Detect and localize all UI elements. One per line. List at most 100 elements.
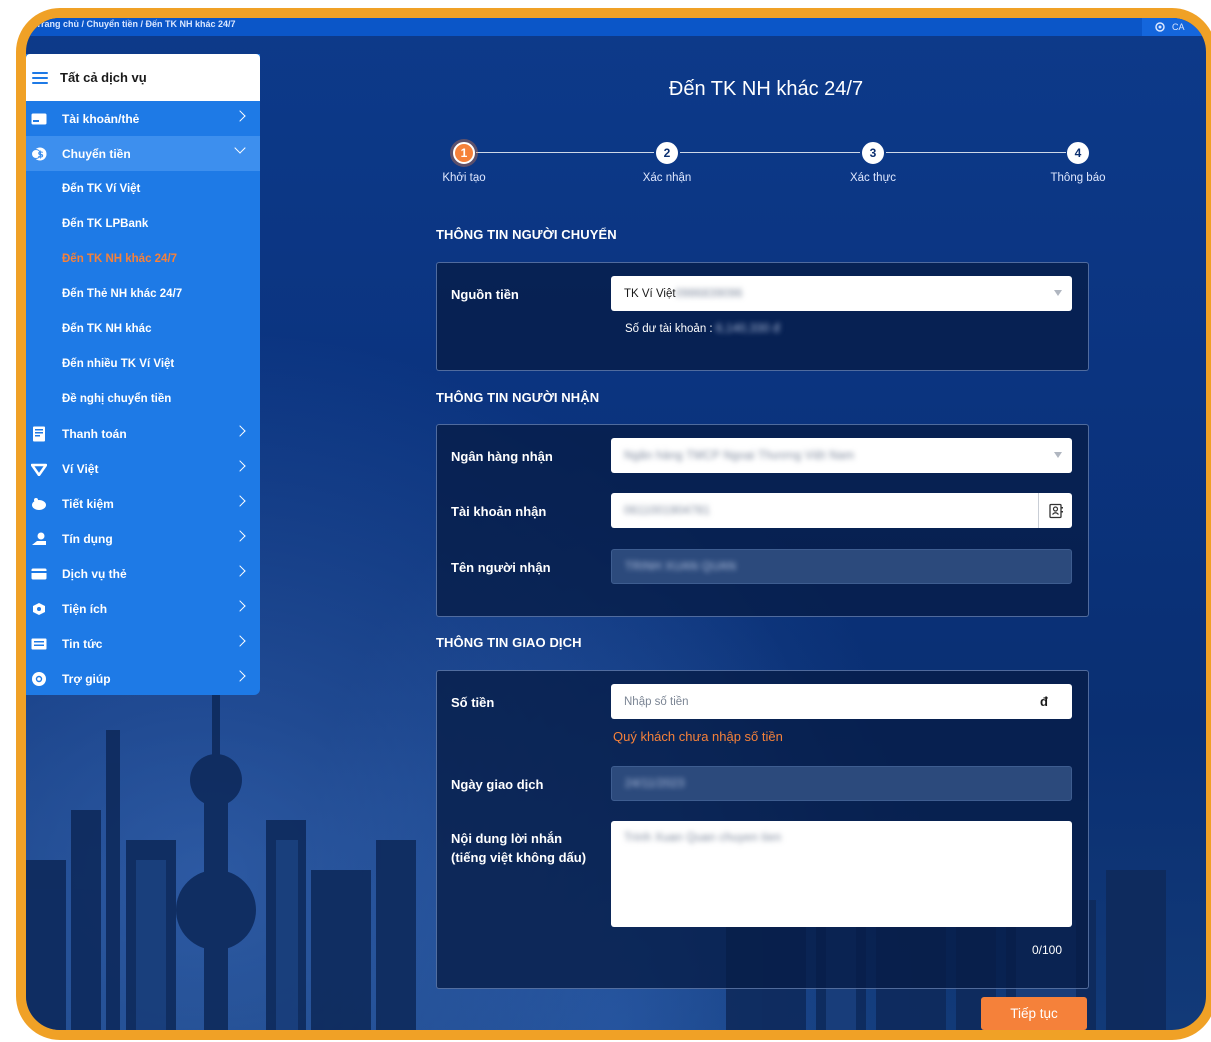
date-label: Ngày giao dịch	[451, 777, 544, 792]
bank-select[interactable]: Ngân hàng TMCP Ngoại Thương Việt Nam	[611, 438, 1072, 473]
card-icon	[30, 111, 48, 127]
sender-section-title: THÔNG TIN NGƯỜI CHUYỂN	[436, 227, 617, 242]
chevron-right-icon	[234, 670, 246, 682]
amount-error: Quý khách chưa nhập số tiền	[613, 729, 783, 744]
money-transfer-icon: $	[30, 146, 48, 162]
chevron-right-icon	[234, 110, 246, 122]
help-icon	[30, 671, 48, 687]
name-value: TRINH XUAN QUAN	[625, 560, 737, 573]
sidebar-item-news[interactable]: Tin tức	[26, 626, 260, 661]
chevron-right-icon	[234, 495, 246, 507]
step-label: Khởi tạo	[442, 172, 486, 184]
step-init: 1 Khởi tạo	[424, 142, 504, 184]
sidebar-subitem-other-card-247[interactable]: Đến Thẻ NH khác 24/7	[26, 276, 260, 311]
chevron-right-icon	[234, 460, 246, 472]
sidebar-item-card-services[interactable]: Dịch vụ thẻ	[26, 556, 260, 591]
sidebar-subitem-other-bank-247[interactable]: Đến TK NH khác 24/7	[26, 241, 260, 276]
stepper: 1 Khởi tạo 2 Xác nhận 3 Xác thực 4 Thông…	[434, 138, 1114, 188]
caret-down-icon	[1054, 452, 1062, 458]
top-bar: Trang chủ / Chuyển tiền / Đến TK NH khác…	[26, 18, 1206, 36]
char-counter: 0/100	[1031, 943, 1062, 957]
message-label: Nội dung lời nhắn (tiếng việt không dấu)	[451, 831, 587, 865]
sidebar-item-utilities[interactable]: Tiện ích	[26, 591, 260, 626]
transaction-section-title: THÔNG TIN GIAO DỊCH	[436, 635, 582, 650]
message-textarea[interactable]: Trinh Xuan Quan chuyen tien	[611, 821, 1072, 927]
step-verify: 3 Xác thực	[833, 142, 913, 184]
sidebar-item-payment[interactable]: Thanh toán	[26, 416, 260, 451]
sidebar-subitem-multi-viviet[interactable]: Đến nhiều TK Ví Việt	[26, 346, 260, 381]
chevron-right-icon	[234, 600, 246, 612]
sidebar-item-transfer[interactable]: $ Chuyển tiền	[26, 136, 260, 171]
step-label: Thông báo	[1050, 172, 1106, 184]
recipient-card: Ngân hàng nhận Ngân hàng TMCP Ngoại Thươ…	[436, 424, 1089, 617]
svg-text:$: $	[38, 150, 44, 160]
account-label: Tài khoản nhận	[451, 504, 547, 519]
bill-icon	[30, 426, 48, 442]
step-number: 3	[862, 142, 884, 164]
sidebar-item-label: Tiết kiệm	[62, 496, 114, 511]
sidebar-item-credit[interactable]: Tín dụng	[26, 521, 260, 556]
sidebar-item-label: Thanh toán	[62, 426, 127, 441]
step-notify: 4 Thông báo	[1038, 142, 1118, 184]
sidebar-item-label: Ví Việt	[62, 461, 99, 476]
sender-card: Nguồn tiền TK Ví Việt 0986839096 Số dư t…	[436, 262, 1089, 371]
sidebar-item-label: Tin tức	[62, 636, 103, 651]
piggy-bank-icon	[30, 496, 48, 512]
step-number: 4	[1067, 142, 1089, 164]
breadcrumb: Trang chủ / Chuyển tiền / Đến TK NH khác…	[36, 19, 236, 29]
card-service-icon	[30, 566, 48, 582]
chevron-right-icon	[234, 635, 246, 647]
sidebar-item-label: Trợ giúp	[62, 671, 111, 686]
sidebar-item-label: Tài khoản/thẻ	[62, 111, 140, 126]
message-value: Trinh Xuan Quan chuyen tien	[624, 832, 782, 844]
chevron-down-icon	[234, 142, 246, 154]
sidebar: Tất cả dịch vụ Tài khoản/thẻ $ Chuyển ti…	[26, 54, 260, 695]
continue-button[interactable]: Tiếp tục	[981, 997, 1087, 1030]
transaction-card: Số tiền Nhập số tiền đ Quý khách chưa nh…	[436, 670, 1089, 989]
step-label: Xác thực	[849, 172, 897, 184]
contact-book-icon	[1048, 503, 1063, 518]
chevron-right-icon	[234, 425, 246, 437]
sidebar-item-label: Tiện ích	[62, 601, 108, 616]
app-frame: Trang chủ / Chuyển tiền / Đến TK NH khác…	[16, 8, 1211, 1040]
sidebar-item-account-card[interactable]: Tài khoản/thẻ	[26, 101, 260, 136]
credit-icon	[30, 531, 48, 547]
utilities-icon	[30, 601, 48, 617]
name-label: Tên người nhận	[451, 560, 551, 575]
sidebar-item-viviet[interactable]: Ví Việt	[26, 451, 260, 486]
sidebar-item-label: Dịch vụ thẻ	[62, 566, 127, 581]
sidebar-header[interactable]: Tất cả dịch vụ	[26, 54, 260, 101]
chevron-right-icon	[234, 565, 246, 577]
gear-icon	[1155, 22, 1165, 32]
recipient-section-title: THÔNG TIN NGƯỜI NHẬN	[436, 390, 600, 405]
name-field: TRINH XUAN QUAN	[611, 549, 1072, 584]
step-label: Xác nhận	[642, 172, 692, 184]
sidebar-subitem-viviet[interactable]: Đến TK Ví Việt	[26, 171, 260, 206]
account-value: 0611001904781	[624, 504, 711, 517]
news-icon	[30, 636, 48, 652]
sidebar-subitem-transfer-request[interactable]: Đề nghị chuyển tiền	[26, 381, 260, 416]
sidebar-subitem-other-bank[interactable]: Đến TK NH khác	[26, 311, 260, 346]
currency-symbol: đ	[1040, 694, 1048, 709]
sidebar-title: Tất cả dịch vụ	[60, 70, 147, 85]
source-select[interactable]: TK Ví Việt 0986839096	[611, 276, 1072, 311]
amount-label: Số tiền	[451, 695, 495, 710]
contact-book-button[interactable]	[1038, 493, 1072, 528]
step-number: 1	[453, 142, 475, 164]
amount-input[interactable]: Nhập số tiền đ	[611, 684, 1072, 719]
bank-label: Ngân hàng nhận	[451, 449, 553, 464]
source-account-masked: 0986839096	[675, 287, 743, 300]
page-title: Đến TK NH khác 24/7	[668, 78, 864, 100]
chevron-right-icon	[234, 530, 246, 542]
sidebar-item-savings[interactable]: Tiết kiệm	[26, 486, 260, 521]
account-input[interactable]: 0611001904781	[611, 493, 1072, 528]
balance-masked: 6,140,330 đ	[715, 323, 780, 335]
sidebar-item-label: Chuyển tiền	[62, 146, 131, 161]
sidebar-item-label: Tín dụng	[62, 531, 113, 546]
sidebar-item-help[interactable]: Trợ giúp	[26, 661, 260, 696]
settings-button[interactable]: CA	[1142, 18, 1206, 36]
balance-label: Số dư tài khoản :	[625, 323, 713, 335]
sidebar-subitem-lpbank[interactable]: Đến TK LPBank	[26, 206, 260, 241]
date-value: 24/11/2023	[625, 777, 685, 790]
step-number: 2	[656, 142, 678, 164]
